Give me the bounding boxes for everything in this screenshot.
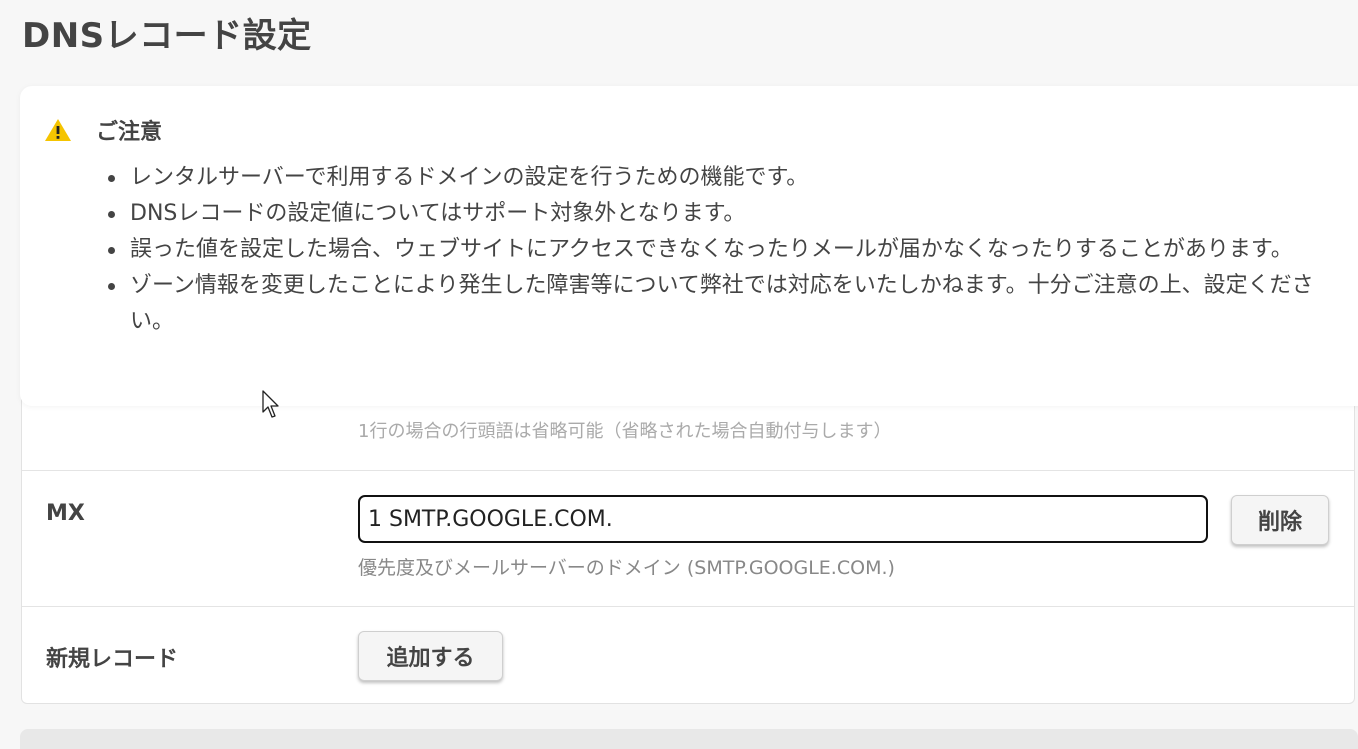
notice-item: 誤った値を設定した場合、ウェブサイトにアクセスできなくなったりメールが届かなくな… [108,232,1355,268]
caution-notice: ご注意 レンタルサーバーで利用するドメインの設定を行うための機能です。 DNSレ… [20,86,1358,406]
mx-value-input[interactable] [358,495,1208,543]
next-section-panel [20,729,1358,749]
row-divider [22,606,1354,607]
notice-item: DNSレコードの設定値についてはサポート対象外となります。 [108,196,1355,232]
notice-title: ご注意 [96,120,163,145]
add-record-button[interactable]: 追加する [358,631,503,681]
mx-label: MX [46,501,85,526]
mouse-cursor-icon [262,390,279,418]
page-title: DNSレコード設定 [22,16,312,56]
row-divider [22,470,1354,471]
notice-header: ご注意 [44,114,162,146]
delete-button[interactable]: 削除 [1231,495,1329,545]
notice-item: ゾーン情報を変更したことにより発生した障害等について弊社では対応をいたしかねます… [108,268,1355,340]
txt-help-text: 1行の場合の行頭語は省略可能（省略された場合自動付与します） [358,421,892,442]
notice-list: レンタルサーバーで利用するドメインの設定を行うための機能です。 DNSレコードの… [108,160,1355,340]
new-record-label: 新規レコード [46,647,179,672]
notice-item: レンタルサーバーで利用するドメインの設定を行うための機能です。 [108,160,1355,196]
mx-help-text: 優先度及びメールサーバーのドメイン (SMTP.GOOGLE.COM.) [358,557,895,579]
dns-record-form: 1行の場合の行頭語は省略可能（省略された場合自動付与します） MX 削除 優先度… [21,380,1355,704]
warning-icon [45,119,71,141]
